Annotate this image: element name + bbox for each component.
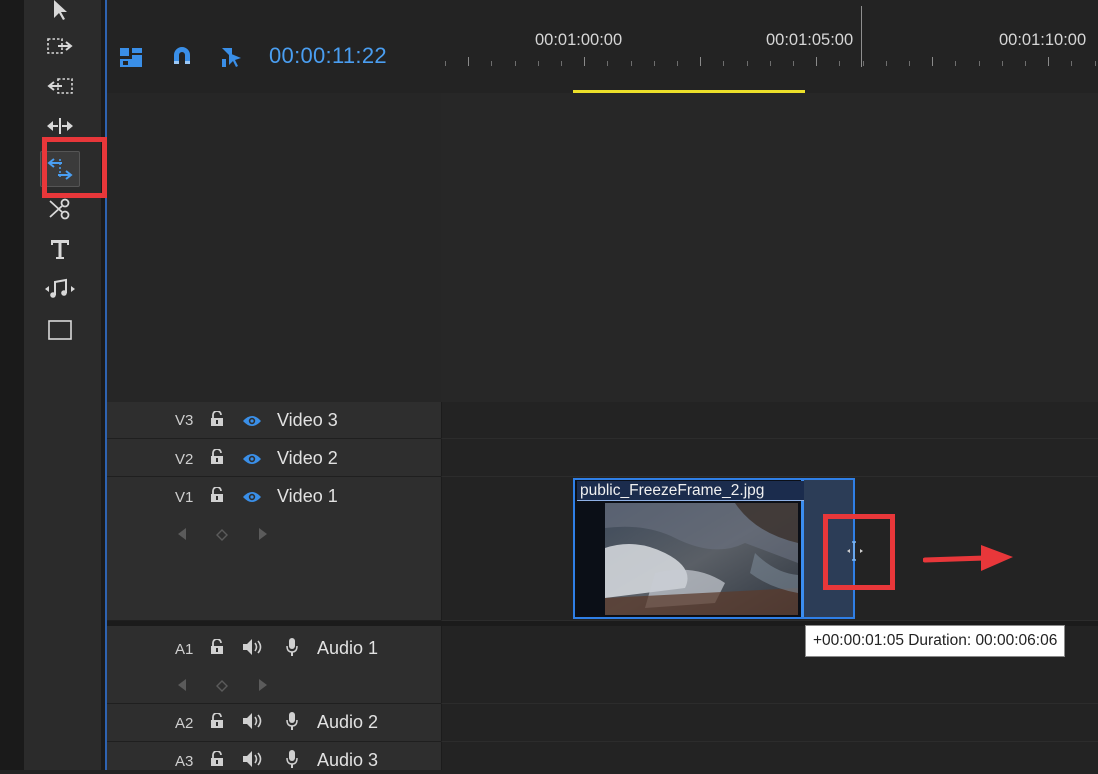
rectangle-tool-icon[interactable]: [44, 314, 76, 346]
track-name[interactable]: Audio 3: [317, 750, 378, 771]
empty-timeline-area: [441, 93, 1098, 402]
track-header-a3[interactable]: A3 Audio 3: [107, 742, 441, 770]
track-header-a2[interactable]: A2 Audio 2: [107, 704, 441, 742]
ruler-label: 00:01:10:00: [999, 31, 1087, 49]
microphone-icon[interactable]: [285, 637, 299, 657]
lock-icon[interactable]: [210, 638, 224, 655]
ruler-label: 00:01:00:00: [535, 31, 623, 49]
drag-direction-arrow-icon: [923, 545, 1013, 571]
track-select-forward-icon[interactable]: [44, 30, 76, 62]
eye-icon[interactable]: [242, 490, 262, 504]
tool-highlight-box: [42, 137, 107, 198]
linked-selection-icon[interactable]: [219, 45, 243, 69]
left-panel-strip: [0, 0, 24, 770]
selection-tool-icon[interactable]: [44, 0, 76, 26]
ruler-tick: [630, 61, 632, 66]
nest-sequence-icon[interactable]: [119, 45, 143, 69]
track-header-v1[interactable]: V1 Video 1: [107, 477, 441, 621]
trim-highlight-box: [823, 514, 895, 590]
lock-icon[interactable]: [210, 486, 224, 503]
track-id: V1: [175, 489, 194, 506]
track-name[interactable]: Video 3: [277, 410, 338, 431]
track-v2[interactable]: [441, 439, 1098, 477]
ruler-tick: [561, 61, 562, 66]
ruler-tick: [537, 61, 539, 66]
playhead-line[interactable]: [861, 6, 862, 67]
track-v3[interactable]: [441, 402, 1098, 439]
add-keyframe-icon[interactable]: [216, 528, 228, 546]
ruler-tick: [955, 61, 957, 66]
ruler-tick: [468, 57, 470, 66]
clip-thumbnail: [605, 503, 798, 615]
type-tool-icon[interactable]: [44, 233, 76, 265]
ruler-tick: [1025, 61, 1026, 66]
track-a2[interactable]: [441, 704, 1098, 742]
track-id: A2: [175, 715, 194, 732]
track-name[interactable]: Audio 1: [317, 638, 378, 659]
ruler-tick: [723, 61, 725, 66]
lock-icon[interactable]: [210, 448, 224, 465]
track-id: V2: [175, 451, 194, 468]
eye-icon[interactable]: [242, 452, 262, 466]
ruler-tick: [909, 61, 910, 66]
track-name[interactable]: Video 2: [277, 448, 338, 469]
ruler-tick: [839, 61, 841, 66]
microphone-icon[interactable]: [285, 749, 299, 769]
track-name[interactable]: Video 1: [277, 486, 338, 507]
track-id: A1: [175, 641, 194, 658]
speaker-icon[interactable]: [242, 750, 266, 768]
previous-keyframe-icon[interactable]: [177, 527, 187, 546]
ruler-tick: [1071, 61, 1073, 66]
lock-icon[interactable]: [210, 712, 224, 729]
snap-magnet-icon[interactable]: [170, 45, 194, 69]
track-id: V3: [175, 412, 194, 429]
time-ruler[interactable]: 00:01:00:00 00:01:05:00 00:01:10:00: [441, 0, 1098, 93]
ruler-tick: [677, 61, 678, 66]
next-keyframe-icon[interactable]: [258, 678, 268, 697]
ruler-tick: [862, 61, 864, 66]
next-keyframe-icon[interactable]: [258, 527, 268, 546]
ruler-label: 00:01:05:00: [766, 31, 854, 49]
lock-icon[interactable]: [210, 750, 224, 767]
ruler-tick: [1094, 61, 1096, 66]
trim-tooltip: +00:00:01:05 Duration: 00:00:06:06: [805, 625, 1066, 657]
playhead-timecode[interactable]: 00:00:11:22: [269, 43, 387, 69]
ruler-tick: [653, 61, 655, 66]
ruler-tick: [746, 61, 748, 66]
ruler-tick: [978, 61, 980, 66]
ruler-tick: [1048, 57, 1050, 66]
ruler-tick: [607, 61, 609, 66]
track-id: A3: [175, 753, 194, 770]
track-name[interactable]: Audio 2: [317, 712, 378, 733]
speaker-icon[interactable]: [242, 638, 266, 656]
track-a3[interactable]: [441, 742, 1098, 770]
track-header-a1[interactable]: A1 Audio 1: [107, 626, 441, 704]
eye-icon[interactable]: [242, 414, 262, 428]
clip-title: public_FreezeFrame_2.jpg: [577, 481, 804, 501]
lock-icon[interactable]: [210, 410, 224, 427]
ruler-tick: [932, 57, 934, 66]
add-keyframe-icon[interactable]: [216, 679, 228, 697]
track-header-v3[interactable]: V3 Video 3: [107, 402, 441, 439]
track-header-v2[interactable]: V2 Video 2: [107, 439, 441, 477]
previous-keyframe-icon[interactable]: [177, 678, 187, 697]
ruler-tick: [769, 61, 771, 66]
ruler-tick: [514, 61, 516, 66]
ruler-tick: [491, 61, 493, 66]
ruler-tick: [793, 61, 794, 66]
ruler-tick: [445, 61, 446, 66]
razor-icon[interactable]: [44, 193, 76, 225]
ruler-tick: [700, 57, 702, 66]
audio-slip-icon[interactable]: [44, 273, 76, 305]
ruler-tick: [1001, 61, 1003, 66]
ruler-tick: [885, 61, 887, 66]
timeline-controls: 00:00:11:22: [107, 0, 441, 93]
microphone-icon[interactable]: [285, 711, 299, 731]
track-select-backward-icon[interactable]: [44, 70, 76, 102]
speaker-icon[interactable]: [242, 712, 266, 730]
ruler-tick: [584, 57, 586, 66]
ruler-tick: [816, 57, 818, 66]
